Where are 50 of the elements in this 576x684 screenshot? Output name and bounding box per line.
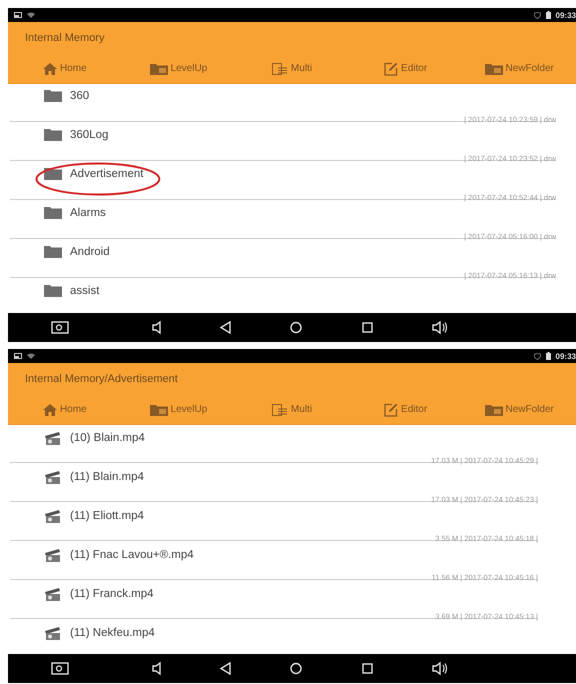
edit-icon — [384, 62, 398, 76]
screenshot-icon[interactable] — [50, 319, 70, 336]
status-time: 09:33 — [556, 352, 576, 360]
folder-icon — [44, 206, 62, 219]
status-time: 09:33 — [556, 10, 576, 20]
folder-name[interactable]: assist — [70, 284, 100, 296]
shield-icon — [534, 352, 541, 360]
picture-icon — [14, 12, 22, 18]
video-file-icon — [44, 547, 62, 562]
file-name[interactable]: (11) Eliott.mp4 — [70, 510, 144, 522]
home-icon — [42, 404, 57, 416]
file-row[interactable]: (11) Nekfeu.mp4 — [8, 620, 576, 654]
file-row[interactable]: assist — [8, 279, 576, 313]
volume-up-icon[interactable] — [430, 660, 450, 677]
shield-icon — [534, 12, 541, 18]
wifi-icon — [27, 353, 35, 359]
folder-icon — [44, 284, 62, 297]
folder-icon — [44, 128, 62, 141]
folder-icon — [44, 89, 62, 102]
folder-icon — [484, 62, 502, 74]
screenshot-icon[interactable] — [50, 660, 70, 677]
file-name[interactable]: (11) Franck.mp4 — [70, 588, 154, 600]
volume-up-icon[interactable] — [430, 319, 450, 336]
file-name[interactable]: (10) Blain.mp4 — [70, 432, 145, 444]
home-icon — [42, 62, 57, 74]
video-file-icon — [44, 586, 62, 601]
folder-name[interactable]: 360 — [70, 90, 90, 102]
edit-icon — [384, 402, 398, 416]
folder-icon — [484, 404, 502, 416]
video-file-icon — [44, 469, 62, 484]
path-title: Internal Memory — [25, 32, 104, 44]
video-file-icon — [44, 430, 62, 445]
folder-name[interactable]: Android — [70, 246, 110, 258]
battery-icon — [546, 11, 551, 19]
path-title: Internal Memory/Advertisement — [25, 373, 178, 385]
file-name[interactable]: (11) Blain.mp4 — [70, 470, 144, 482]
list-icon — [272, 404, 288, 416]
list-icon — [272, 62, 288, 74]
video-file-icon — [44, 625, 62, 640]
folder-icon — [44, 245, 62, 258]
video-file-icon — [44, 508, 62, 523]
file-name[interactable]: (11) Fnac Lavou+®.mp4 — [70, 548, 194, 560]
folder-name[interactable]: 360Log — [70, 128, 108, 140]
folder-name[interactable]: Alarms — [70, 206, 106, 218]
battery-icon — [546, 352, 551, 360]
wifi-icon — [27, 12, 35, 18]
picture-icon — [14, 353, 22, 359]
folder-icon — [150, 404, 168, 416]
folder-icon — [150, 62, 168, 74]
file-name[interactable]: (11) Nekfeu.mp4 — [70, 626, 155, 638]
